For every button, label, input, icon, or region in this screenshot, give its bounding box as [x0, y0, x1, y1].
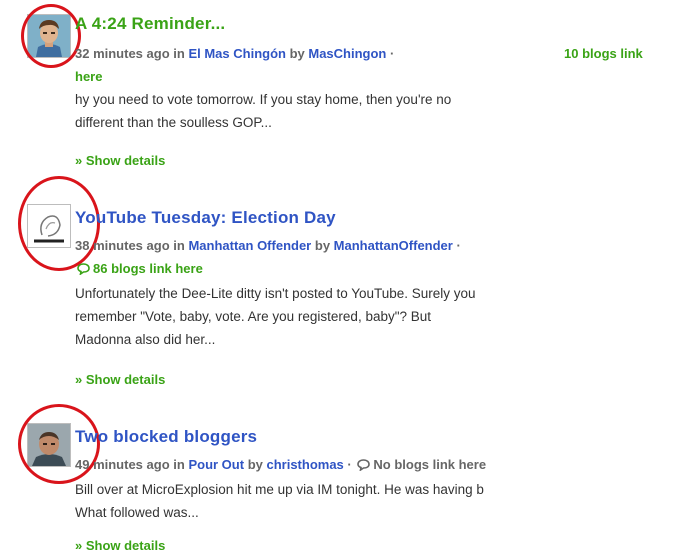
blog-entry: Two blocked bloggers 49 minutes ago in P…	[0, 0, 685, 557]
in-label: in	[173, 457, 185, 472]
separator-dot: ·	[347, 457, 352, 472]
comment-bubble-icon	[357, 459, 371, 471]
blogs-link-count: No blogs link here	[373, 457, 487, 472]
by-label: by	[247, 457, 263, 472]
post-excerpt: Bill over at MicroExplosion hit me up vi…	[75, 478, 484, 524]
post-time: 49 minutes ago	[75, 457, 170, 472]
show-details-link[interactable]: » Show details	[75, 538, 165, 553]
post-meta: 49 minutes ago in Pour Out by christhoma…	[75, 457, 486, 472]
photo-avatar-icon[interactable]	[27, 423, 71, 467]
post-title-link[interactable]: Two blocked bloggers	[75, 427, 257, 447]
author-link[interactable]: christhomas	[266, 457, 343, 472]
blog-name-link[interactable]: Pour Out	[188, 457, 244, 472]
excerpt-line: Bill over at MicroExplosion hit me up vi…	[75, 482, 484, 497]
excerpt-line: What followed was...	[75, 505, 199, 520]
